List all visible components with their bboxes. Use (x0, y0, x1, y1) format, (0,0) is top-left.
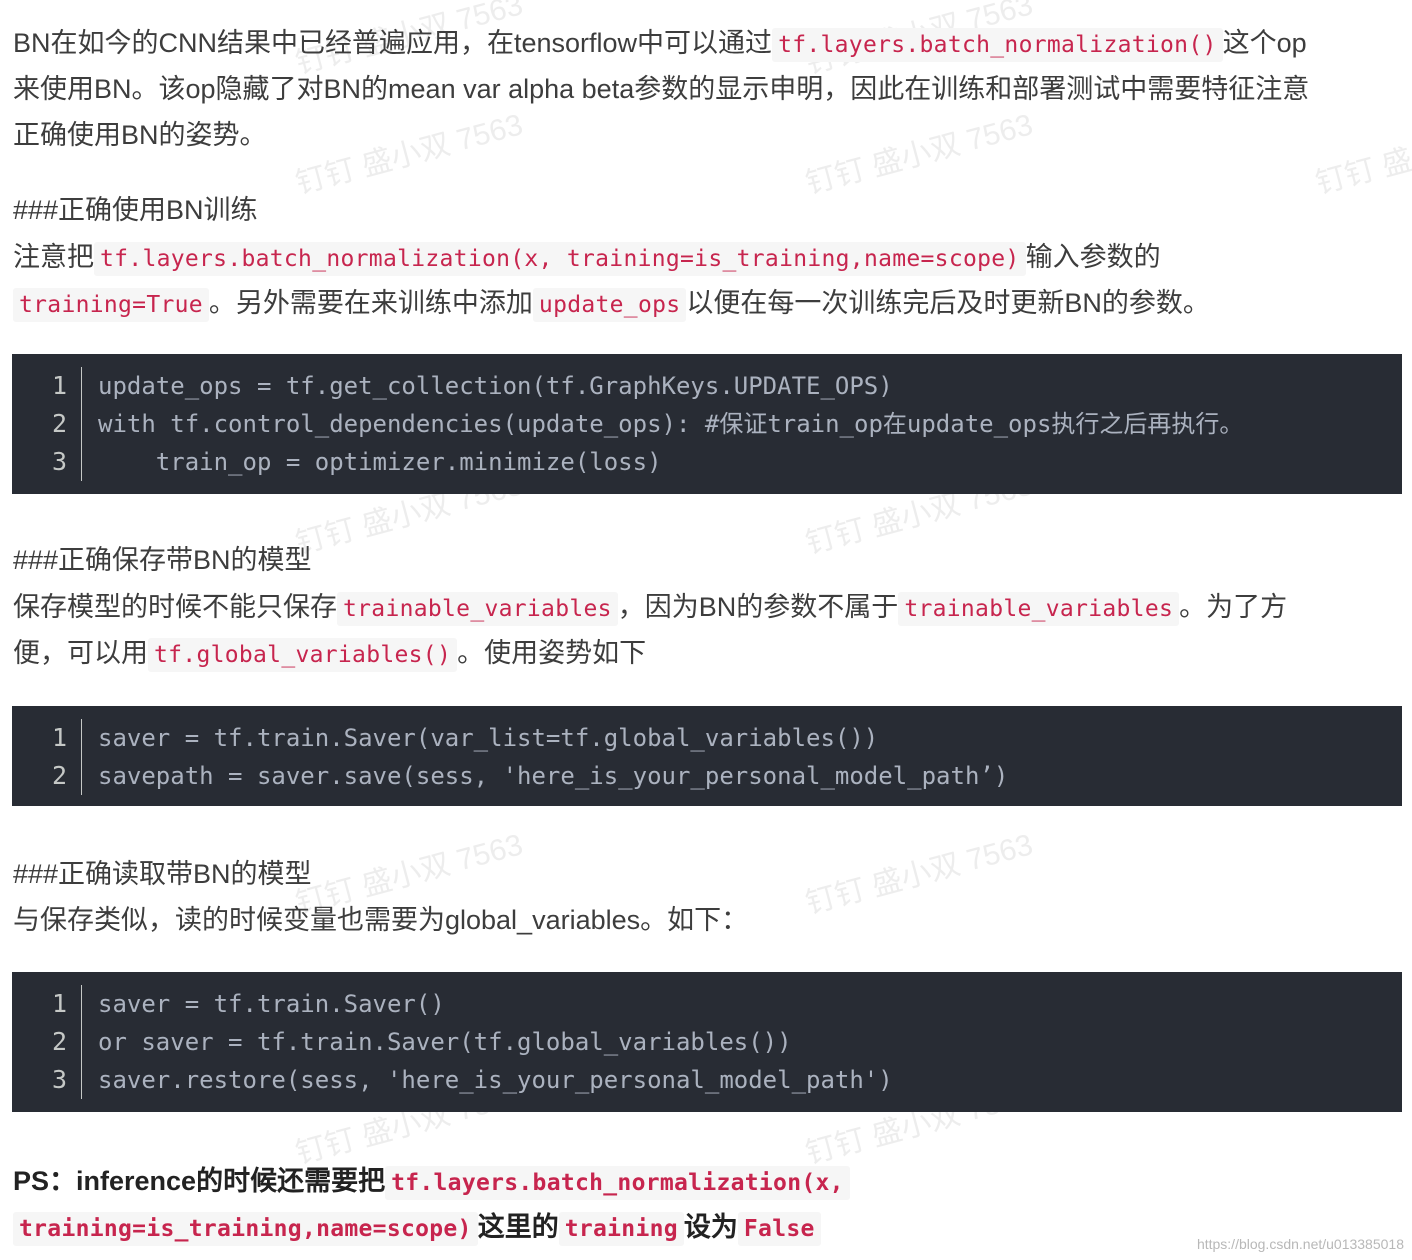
inline-code: trainable_variables (337, 592, 618, 626)
inline-code: training (558, 1212, 684, 1246)
ps-line-2: training=is_training,name=scope) 这里的 train… (13, 1204, 821, 1252)
source-url: https://blog.csdn.net/u013385018 (1196, 1236, 1404, 1252)
code-line: 2 savepath = saver.save(sess, 'here_is_yo… (12, 757, 1402, 795)
code-line: 3 saver.restore(sess, 'here_is_your_perso… (12, 1061, 1402, 1099)
article-page: 钉钉 盛小双 7563 钉钉 盛小双 7563 钉钉 盛小双 7563 钉钉 盛… (0, 0, 1412, 1260)
code-line: 1 saver = tf.train.Saver() (12, 985, 1402, 1023)
code-block-load[interactable]: 1 saver = tf.train.Saver() 2 or saver = tf… (12, 972, 1402, 1112)
save-para-line-2: 便，可以用 tf.global_variables() 。使用姿势如下 (13, 630, 646, 678)
inline-code: tf.global_variables() (148, 638, 458, 672)
train-para-line-2: training=True 。另外需要在来训练中添加 update_ops 以便在每一… (13, 280, 1210, 328)
heading-save: ###正确保存带BN的模型 (13, 545, 312, 575)
inline-code: training=is_training,name=scope) (13, 1212, 478, 1246)
inline-code: False (737, 1212, 821, 1246)
load-para: 与保存类似，读的时候变量也需要为global_variables。如下： (13, 905, 749, 935)
code-line: 1 update_ops = tf.get_collection(tf.Graph… (12, 367, 1402, 405)
code-block-train[interactable]: 1 update_ops = tf.get_collection(tf.Graph… (12, 354, 1402, 494)
inline-code: tf.layers.batch_normalization() (772, 28, 1223, 62)
code-line: 3 train_op = optimizer.minimize(loss) (12, 443, 1402, 481)
intro-line-1: BN在如今的CNN结果中已经普遍应用，在tensorflow中可以通过 tf.la… (13, 20, 1307, 68)
watermark-text: 钉钉 盛小双 7563 (802, 108, 1037, 201)
code-line: 2 with tf.control_dependencies(update_ops… (12, 405, 1402, 443)
train-para-line-1: 注意把 tf.layers.batch_normalization(x, trai… (13, 234, 1161, 282)
ps-line-1: PS：inference的时候还需要把 tf.layers.batch_norma… (13, 1158, 850, 1206)
intro-line-2: 来使用BN。该op隐藏了对BN的mean var alpha beta参数的显示… (13, 74, 1310, 104)
inline-code: training=True (13, 288, 209, 322)
code-line: 2 or saver = tf.train.Saver(tf.global_var… (12, 1023, 1402, 1061)
watermark-text: 钉钉 盛小双 7563 (292, 108, 527, 201)
inline-code: trainable_variables (898, 592, 1180, 626)
code-line: 1 saver = tf.train.Saver(var_list=tf.glob… (12, 719, 1402, 757)
intro-line-3: 正确使用BN的姿势。 (13, 120, 267, 150)
save-para-line-1: 保存模型的时候不能只保存 trainable_variables ，因为BN的参数不… (13, 584, 1287, 632)
watermark-text: 钉钉 盛小双 7563 (802, 828, 1037, 921)
inline-code: tf.layers.batch_normalization(x, trainin… (94, 242, 1026, 276)
heading-load: ###正确读取带BN的模型 (13, 859, 312, 889)
inline-code: update_ops (532, 288, 687, 322)
inline-code: tf.layers.batch_normalization(x, (385, 1166, 850, 1200)
code-block-save[interactable]: 1 saver = tf.train.Saver(var_list=tf.glob… (12, 706, 1402, 806)
watermark-text: 钉钉 盛小双 7563 (1312, 108, 1412, 201)
heading-train: ###正确使用BN训练 (13, 195, 258, 225)
